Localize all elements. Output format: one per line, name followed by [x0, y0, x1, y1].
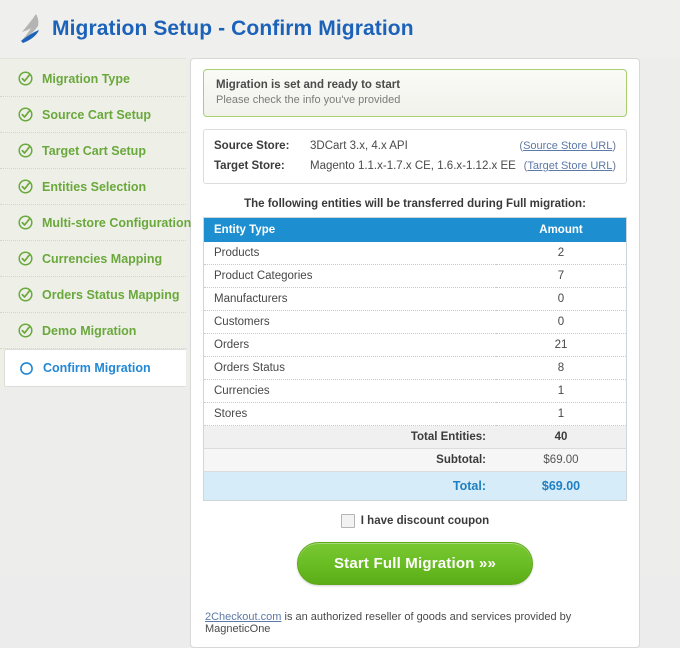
empty-circle-icon [19, 361, 34, 376]
target-store-value: Magento 1.1.x-1.7.x CE, 1.6.x-1.12.x EE [310, 160, 516, 172]
discount-coupon-label: I have discount coupon [360, 515, 490, 527]
ready-alert: Migration is set and ready to start Plea… [203, 69, 627, 117]
sidebar-item-orders-status-mapping[interactable]: Orders Status Mapping [0, 277, 186, 313]
page-title: Migration Setup - Confirm Migration [52, 17, 414, 40]
target-store-url-link[interactable]: Target Store URL [527, 160, 612, 172]
table-row: Currencies 1 [203, 379, 627, 403]
confirm-migration-panel: Migration is set and ready to start Plea… [190, 58, 640, 648]
migration-bird-logo-icon [14, 11, 48, 47]
sidebar-item-label: Currencies Mapping [42, 251, 163, 266]
target-store-url: (Target Store URL) [524, 160, 616, 172]
check-circle-icon [18, 215, 33, 230]
column-header-entity-type: Entity Type [203, 217, 496, 242]
entity-type-cell: Stores [203, 402, 496, 426]
table-row: Manufacturers 0 [203, 287, 627, 311]
sidebar-item-currencies-mapping[interactable]: Currencies Mapping [0, 241, 186, 277]
total-entities-value: 40 [496, 425, 627, 449]
target-store-row: Target Store: Magento 1.1.x-1.7.x CE, 1.… [214, 156, 616, 176]
entity-amount-cell: 1 [496, 379, 627, 403]
table-row: Orders 21 [203, 333, 627, 357]
entity-amount-cell: 0 [496, 310, 627, 334]
subtotal-row: Subtotal: $69.00 [203, 448, 627, 472]
sidebar-item-multi-store-configuration[interactable]: Multi-store Configuration [0, 205, 191, 241]
wizard-steps-sidebar: Migration Type Source Cart Setup Target … [0, 58, 191, 387]
app-window: Migration Setup - Confirm Migration Migr… [0, 0, 680, 648]
sidebar-item-confirm-migration[interactable]: Confirm Migration [4, 349, 186, 387]
store-summary: Source Store: 3DCart 3.x, 4.x API (Sourc… [203, 129, 627, 184]
reseller-notice: 2Checkout.com is an authorized reseller … [203, 611, 627, 635]
sidebar-item-demo-migration[interactable]: Demo Migration [0, 313, 186, 349]
paren-close: ) [612, 140, 616, 152]
discount-coupon-row[interactable]: I have discount coupon [203, 514, 627, 528]
entities-table-body: Products 2 Product Categories 7 Manufact… [203, 242, 627, 501]
entities-table-caption: The following entities will be transferr… [244, 198, 586, 210]
sidebar-item-label: Multi-store Configuration [42, 215, 192, 230]
entity-type-cell: Product Categories [203, 264, 496, 288]
sidebar-item-label: Migration Type [42, 71, 130, 86]
start-full-migration-button[interactable]: Start Full Migration »» [296, 542, 534, 585]
entity-amount-cell: 0 [496, 287, 627, 311]
start-migration-row: Start Full Migration »» [203, 542, 627, 585]
entity-type-cell: Products [203, 242, 496, 265]
paren-close: ) [612, 160, 616, 172]
table-row: Product Categories 7 [203, 264, 627, 288]
source-store-url-link[interactable]: Source Store URL [523, 140, 612, 152]
column-header-amount: Amount [496, 217, 627, 242]
check-circle-icon [18, 251, 33, 266]
sidebar-item-migration-type[interactable]: Migration Type [0, 61, 186, 97]
entity-amount-cell: 1 [496, 402, 627, 426]
source-store-url: (Source Store URL) [519, 140, 616, 152]
subtotal-label: Subtotal: [203, 448, 496, 472]
alert-subtitle: Please check the info you've provided [216, 94, 401, 106]
sidebar-item-source-cart-setup[interactable]: Source Cart Setup [0, 97, 186, 133]
entity-type-cell: Customers [203, 310, 496, 334]
total-entities-label: Total Entities: [203, 425, 496, 449]
table-row: Customers 0 [203, 310, 627, 334]
total-value: $69.00 [496, 471, 627, 501]
check-circle-icon [18, 287, 33, 302]
sidebar-item-entities-selection[interactable]: Entities Selection [0, 169, 186, 205]
sidebar-item-label: Entities Selection [42, 179, 147, 194]
page-body: Migration Type Source Cart Setup Target … [0, 58, 680, 648]
entity-type-cell: Manufacturers [203, 287, 496, 311]
source-store-label: Source Store: [214, 140, 290, 152]
entity-amount-cell: 2 [496, 242, 627, 265]
source-store-row: Source Store: 3DCart 3.x, 4.x API (Sourc… [214, 136, 616, 156]
2checkout-link[interactable]: 2Checkout.com [205, 611, 281, 623]
check-circle-icon [18, 71, 33, 86]
entity-amount-cell: 7 [496, 264, 627, 288]
source-store-value: 3DCart 3.x, 4.x API [310, 140, 408, 152]
table-row: Products 2 [203, 242, 627, 265]
sidebar-item-label: Confirm Migration [43, 361, 151, 375]
entity-type-cell: Orders [203, 333, 496, 357]
total-label: Total: [203, 471, 496, 501]
subtotal-value: $69.00 [496, 448, 627, 472]
check-circle-icon [18, 179, 33, 194]
table-row: Orders Status 8 [203, 356, 627, 380]
entity-amount-cell: 21 [496, 333, 627, 357]
entities-table-head: Entity Type Amount [203, 217, 627, 242]
table-header-row: Entity Type Amount [203, 217, 627, 242]
entity-type-cell: Orders Status [203, 356, 496, 380]
sidebar-item-label: Source Cart Setup [42, 107, 152, 122]
table-row: Stores 1 [203, 402, 627, 426]
check-circle-icon [18, 323, 33, 338]
total-entities-row: Total Entities: 40 [203, 425, 627, 449]
entity-amount-cell: 8 [496, 356, 627, 380]
entities-table: Entity Type Amount Products 2 Product Ca… [203, 217, 627, 501]
sidebar-item-target-cart-setup[interactable]: Target Cart Setup [0, 133, 186, 169]
check-circle-icon [18, 107, 33, 122]
alert-title: Migration is set and ready to start [216, 79, 401, 91]
page-header: Migration Setup - Confirm Migration [0, 0, 680, 58]
sidebar-item-label: Orders Status Mapping [42, 287, 180, 302]
discount-coupon-checkbox[interactable] [340, 514, 355, 528]
target-store-label: Target Store: [214, 160, 285, 172]
sidebar-item-label: Demo Migration [42, 323, 137, 338]
total-row: Total: $69.00 [203, 471, 627, 501]
sidebar-item-label: Target Cart Setup [42, 143, 146, 158]
entity-type-cell: Currencies [203, 379, 496, 403]
check-circle-icon [18, 143, 33, 158]
